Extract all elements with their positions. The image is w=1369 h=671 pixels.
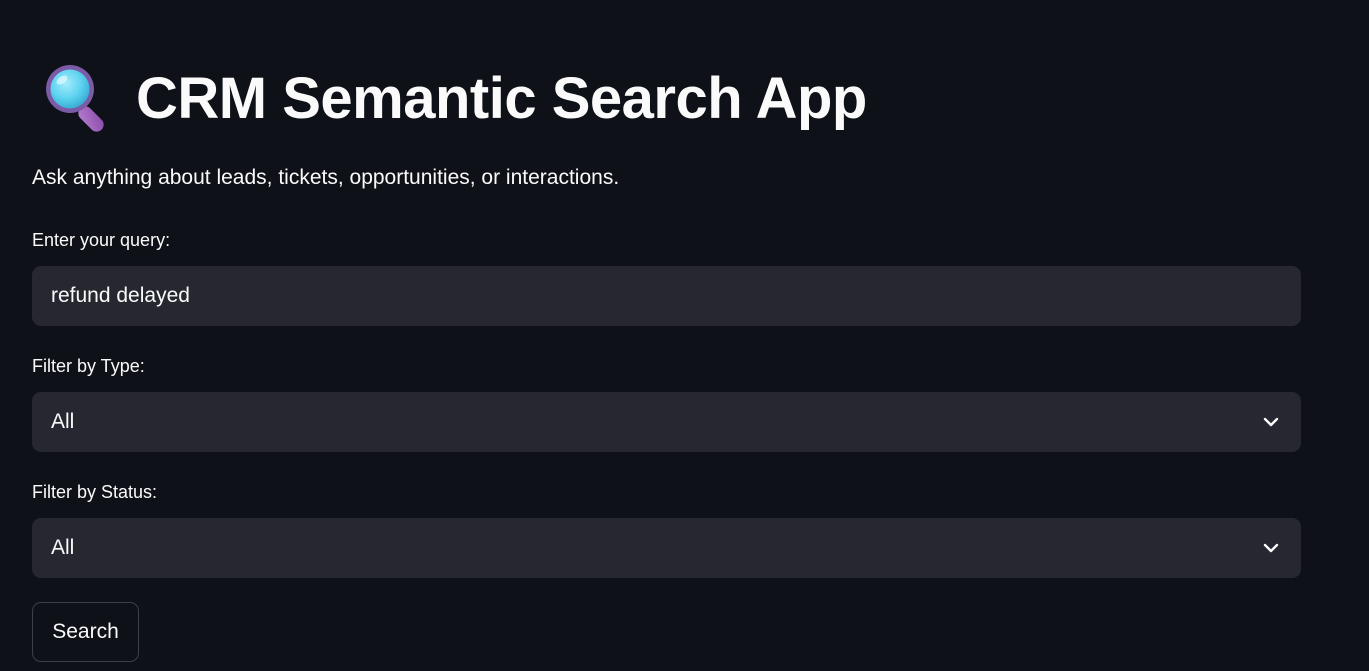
page-subtitle: Ask anything about leads, tickets, oppor…: [32, 166, 620, 189]
query-input-value: refund delayed: [51, 284, 190, 307]
chevron-down-icon: [1263, 543, 1279, 553]
app-container: CRM Semantic Search App Ask anything abo…: [0, 0, 1369, 671]
type-filter-select[interactable]: All: [32, 392, 1301, 452]
query-input[interactable]: refund delayed: [32, 266, 1301, 326]
page-title: CRM Semantic Search App: [136, 65, 867, 131]
query-label: Enter your query:: [32, 230, 171, 250]
status-filter-label: Filter by Status:: [32, 482, 158, 502]
status-filter-selected: All: [51, 536, 75, 559]
page-header: CRM Semantic Search App: [40, 58, 867, 138]
search-button[interactable]: Search: [32, 602, 139, 662]
type-filter-selected: All: [51, 410, 75, 433]
status-filter-select[interactable]: All: [32, 518, 1301, 578]
magnifying-glass-icon: [46, 65, 104, 132]
type-filter-label: Filter by Type:: [32, 356, 145, 376]
chevron-down-icon: [1263, 417, 1279, 427]
